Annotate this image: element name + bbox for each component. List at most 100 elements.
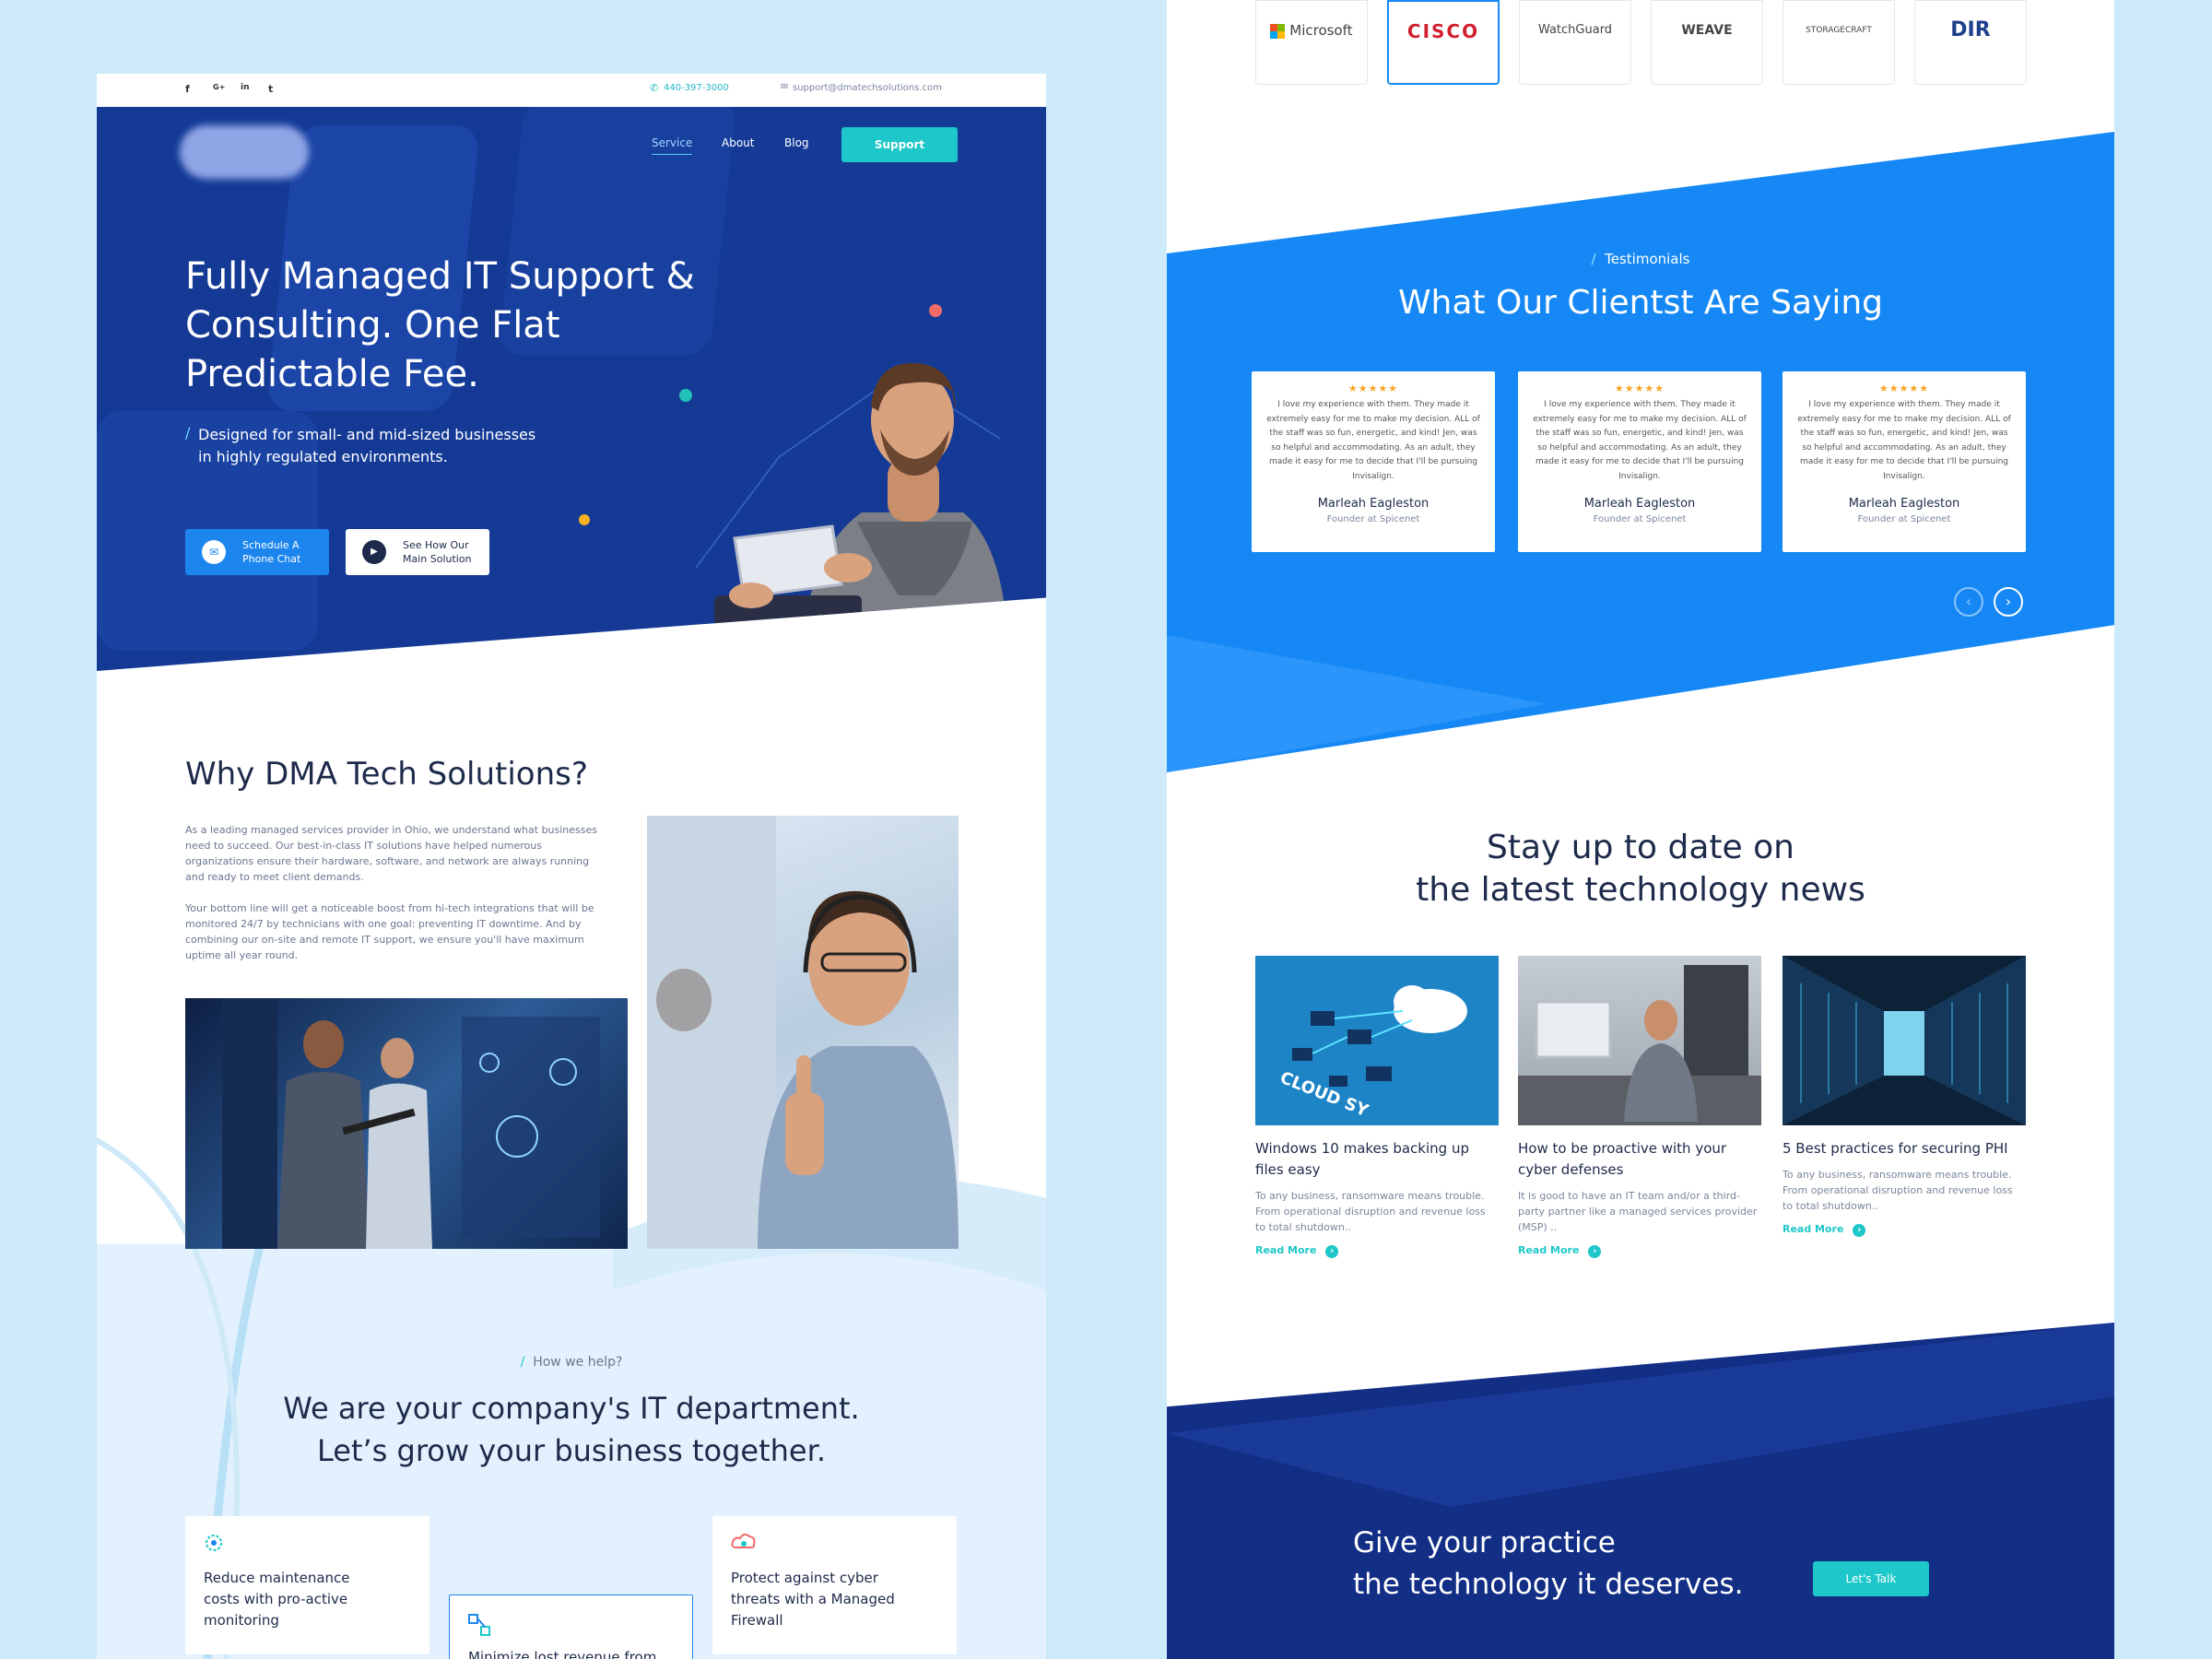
landing-page-right: Microsoft CISCO WatchGuard WEAVE STORAGE… — [1167, 0, 2114, 1659]
decor-dot-red — [929, 304, 942, 317]
partner-logo-storagecraft[interactable]: STORAGECRAFT — [1783, 0, 1895, 85]
facebook-icon[interactable]: f — [185, 83, 190, 95]
read-more-label: Read More — [1255, 1244, 1317, 1256]
testimonial-name: Marleah Eagleston — [1583, 497, 1696, 511]
read-more-link[interactable]: Read More › — [1518, 1244, 1761, 1258]
read-more-link[interactable]: Read More › — [1255, 1244, 1499, 1258]
email-link[interactable]: support@dmatechsolutions.com — [793, 83, 942, 93]
testimonial-quote: I love my experience with them. They mad… — [1266, 400, 1480, 481]
arrow-right-icon: › — [1853, 1224, 1866, 1237]
partner-name: STORAGECRAFT — [1806, 26, 1872, 35]
news-excerpt: To any business, ransomware means troubl… — [1783, 1169, 2013, 1212]
news-title-text: 5 Best practices for securing PHI — [1783, 1140, 2008, 1157]
slash-mark: / — [185, 424, 191, 441]
testimonial-name: Marleah Eagleston — [1848, 497, 1960, 511]
service-card-text: Protect against cyber threats with a Man… — [731, 1570, 895, 1629]
partner-name: WatchGuard — [1537, 23, 1613, 37]
partner-logo-watchguard[interactable]: WatchGuard — [1519, 0, 1631, 85]
partner-name: Microsoft — [1289, 22, 1353, 39]
nav-service[interactable]: Service — [652, 136, 693, 155]
server-room-engineers-image — [185, 998, 628, 1249]
arrow-right-icon: › — [1588, 1245, 1602, 1258]
decor-dot-teal — [679, 389, 692, 402]
service-card-firewall[interactable]: Protect against cyber threats with a Man… — [712, 1516, 957, 1654]
hero-subtitle: Designed for small- and mid-sized busine… — [198, 426, 536, 465]
service-card-revenue[interactable]: Minimize lost revenue from — [449, 1594, 693, 1659]
gear-icon — [206, 1535, 222, 1551]
partner-name: DIR — [1950, 18, 1991, 41]
testimonials-kicker-text: Testimonials — [1605, 251, 1690, 267]
cta-text: Give your practice the technology it des… — [1353, 1523, 1743, 1606]
phone-number[interactable]: 440-397-3000 — [664, 83, 729, 93]
service-card-text: Minimize lost revenue from — [468, 1649, 657, 1659]
help-kicker: / How we help? — [520, 1355, 623, 1370]
news-card[interactable]: 5 Best practices for securing PHI To any… — [1783, 956, 2026, 1237]
lets-talk-button[interactable]: Let's Talk — [1813, 1561, 1929, 1596]
google-plus-icon[interactable]: G+ — [213, 83, 225, 91]
hero-man-with-tablet-image — [695, 362, 1009, 671]
arrow-right-icon: › — [1325, 1245, 1339, 1258]
service-card-monitoring[interactable]: Reduce maintenance costs with pro-active… — [185, 1516, 429, 1654]
read-more-label: Read More — [1518, 1244, 1580, 1256]
schedule-chat-button[interactable]: ✉ Schedule A Phone Chat — [185, 529, 329, 575]
network-icon — [468, 1614, 490, 1636]
data-center-image — [1783, 956, 2026, 1125]
partner-name: WEAVE — [1681, 23, 1733, 38]
news-title-text: How to be proactive with your cyber defe… — [1518, 1140, 1727, 1178]
service-card-text: Reduce maintenance costs with pro-active… — [204, 1570, 350, 1629]
company-logo[interactable] — [180, 125, 309, 179]
cloud-shield-icon — [731, 1533, 756, 1548]
read-more-link[interactable]: Read More › — [1783, 1223, 2026, 1237]
partner-logo-cisco[interactable]: CISCO — [1387, 0, 1500, 85]
rating-stars: ★★★★★ — [1347, 382, 1399, 394]
news-card[interactable]: CLOUD SY Windows 10 makes backing up fil… — [1255, 956, 1499, 1258]
rating-stars: ★★★★★ — [1614, 382, 1665, 394]
landing-page-left: f G+ in t ✆ 440-397-3000 ✉ support@dmate… — [97, 74, 1046, 1659]
hero-section: Service About Blog Support Fully Managed… — [97, 107, 1046, 671]
schedule-chat-label: Schedule A Phone Chat — [242, 539, 301, 565]
partner-logo-dir[interactable]: DIR — [1914, 0, 2027, 85]
see-solution-button[interactable]: ▶ See How Our Main Solution — [346, 529, 489, 575]
carousel-prev-icon[interactable]: ‹ — [1954, 587, 1983, 617]
testimonial-name: Marleah Eagleston — [1317, 497, 1430, 511]
carousel-next-icon[interactable]: › — [1994, 587, 2023, 617]
testimonial-quote: I love my experience with them. They mad… — [1797, 400, 2011, 481]
news-card[interactable]: How to be proactive with your cyber defe… — [1518, 956, 1761, 1258]
help-title: We are your company's IT department. Let… — [97, 1387, 1046, 1472]
testimonials-title: What Our Clientst Are Saying — [1397, 284, 1884, 322]
support-button[interactable]: Support — [841, 127, 958, 162]
partner-logo-microsoft[interactable]: Microsoft — [1255, 0, 1368, 85]
hero-title: Fully Managed IT Support & Consulting. O… — [185, 255, 695, 395]
decor-dot-yellow — [579, 514, 590, 525]
linkedin-icon[interactable]: in — [241, 83, 250, 92]
why-paragraph-2: Your bottom line will get a noticeable b… — [185, 902, 594, 961]
testimonial-role: Founder at Spicenet — [1593, 514, 1687, 524]
nav-about[interactable]: About — [722, 136, 754, 149]
news-title: Stay up to date on the latest technology… — [1167, 827, 2114, 912]
news-title-line-1: Stay up to date on — [1487, 829, 1794, 866]
testimonial-role: Founder at Spicenet — [1326, 514, 1420, 524]
man-at-computer-image — [1518, 956, 1761, 1125]
testimonial-quote: I love my experience with them. They mad… — [1533, 400, 1747, 481]
chat-icon: ✉ — [202, 540, 226, 564]
help-title-line-2: Let’s grow your business together. — [317, 1433, 826, 1468]
cta-line-2: the technology it deserves. — [1353, 1568, 1744, 1601]
why-title: Why DMA Tech Solutions? — [185, 756, 588, 793]
testimonial-card: ★★★★★ I love my experience with them. Th… — [1518, 371, 1761, 552]
rating-stars: ★★★★★ — [1878, 382, 1930, 394]
support-agent-thumbs-up-image — [647, 816, 959, 1249]
news-excerpt: It is good to have an IT team and/or a t… — [1518, 1190, 1758, 1233]
testimonial-card: ★★★★★ I love my experience with them. Th… — [1252, 371, 1495, 552]
partner-logo-weave[interactable]: WEAVE — [1651, 0, 1763, 85]
see-solution-label: See How Our Main Solution — [403, 539, 472, 565]
news-title-line-2: the latest technology news — [1416, 871, 1865, 909]
microsoft-logo-icon — [1270, 23, 1286, 39]
nav-blog[interactable]: Blog — [784, 136, 809, 149]
news-excerpt: To any business, ransomware means troubl… — [1255, 1190, 1486, 1233]
help-kicker-text: How we help? — [533, 1355, 623, 1370]
top-bar: f G+ in t ✆ 440-397-3000 ✉ support@dmate… — [97, 74, 1046, 107]
cta-line-1: Give your practice — [1353, 1526, 1616, 1559]
play-icon: ▶ — [362, 540, 386, 564]
twitter-icon[interactable]: t — [268, 83, 273, 95]
testimonials-kicker: / Testimonials — [1591, 251, 1690, 267]
